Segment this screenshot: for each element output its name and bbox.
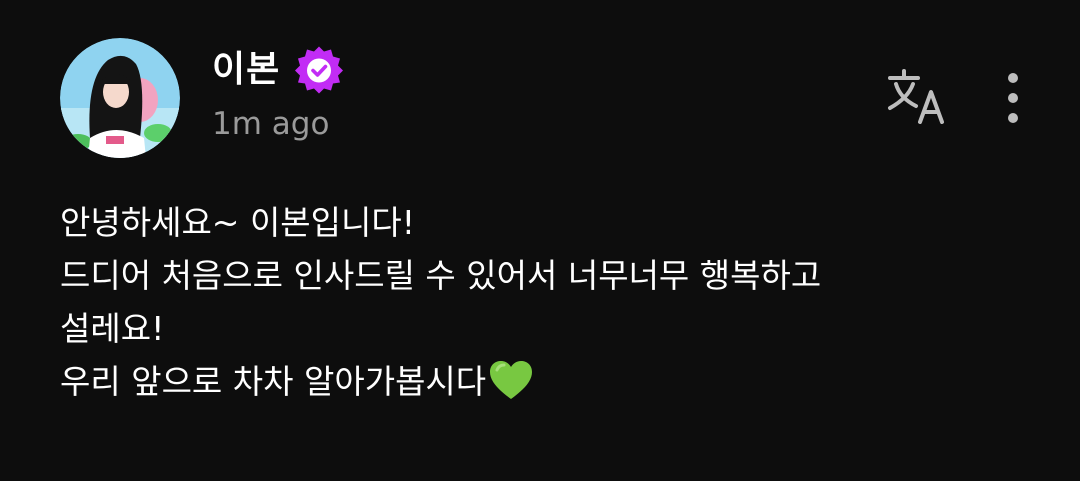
post-timestamp: 1m ago bbox=[212, 106, 330, 142]
more-vertical-icon bbox=[1008, 73, 1018, 123]
verified-badge-icon bbox=[294, 45, 344, 95]
translate-button[interactable] bbox=[886, 66, 948, 128]
author-name-row: 이본 bbox=[212, 46, 344, 94]
green-heart-icon bbox=[488, 359, 534, 401]
author-name[interactable]: 이본 bbox=[212, 46, 280, 94]
post-body-line-4: 우리 앞으로 차차 알아가봅시다 bbox=[60, 362, 487, 401]
author-block: 이본 1m ago bbox=[212, 46, 344, 144]
avatar[interactable] bbox=[60, 38, 180, 158]
post-header: 이본 1m ago bbox=[60, 38, 1040, 160]
post-body-line-1: 안녕하세요~ 이본입니다! bbox=[60, 203, 415, 242]
avatar-image bbox=[60, 38, 180, 158]
community-post: 이본 1m ago 안녕하세요~ 이본입니다! 드디어 처음으로 인사드릴 수 … bbox=[0, 0, 1080, 481]
translate-icon bbox=[888, 69, 944, 124]
post-body-line-4-wrap: 우리 앞으로 차차 알아가봅시다 bbox=[60, 355, 1030, 408]
post-body-line-3: 설레요! bbox=[60, 309, 165, 348]
post-body: 안녕하세요~ 이본입니다! 드디어 처음으로 인사드릴 수 있어서 너무너무 행… bbox=[60, 196, 1030, 408]
post-body-line-2: 드디어 처음으로 인사드릴 수 있어서 너무너무 행복하고 bbox=[60, 256, 822, 295]
more-options-button[interactable] bbox=[998, 68, 1028, 128]
